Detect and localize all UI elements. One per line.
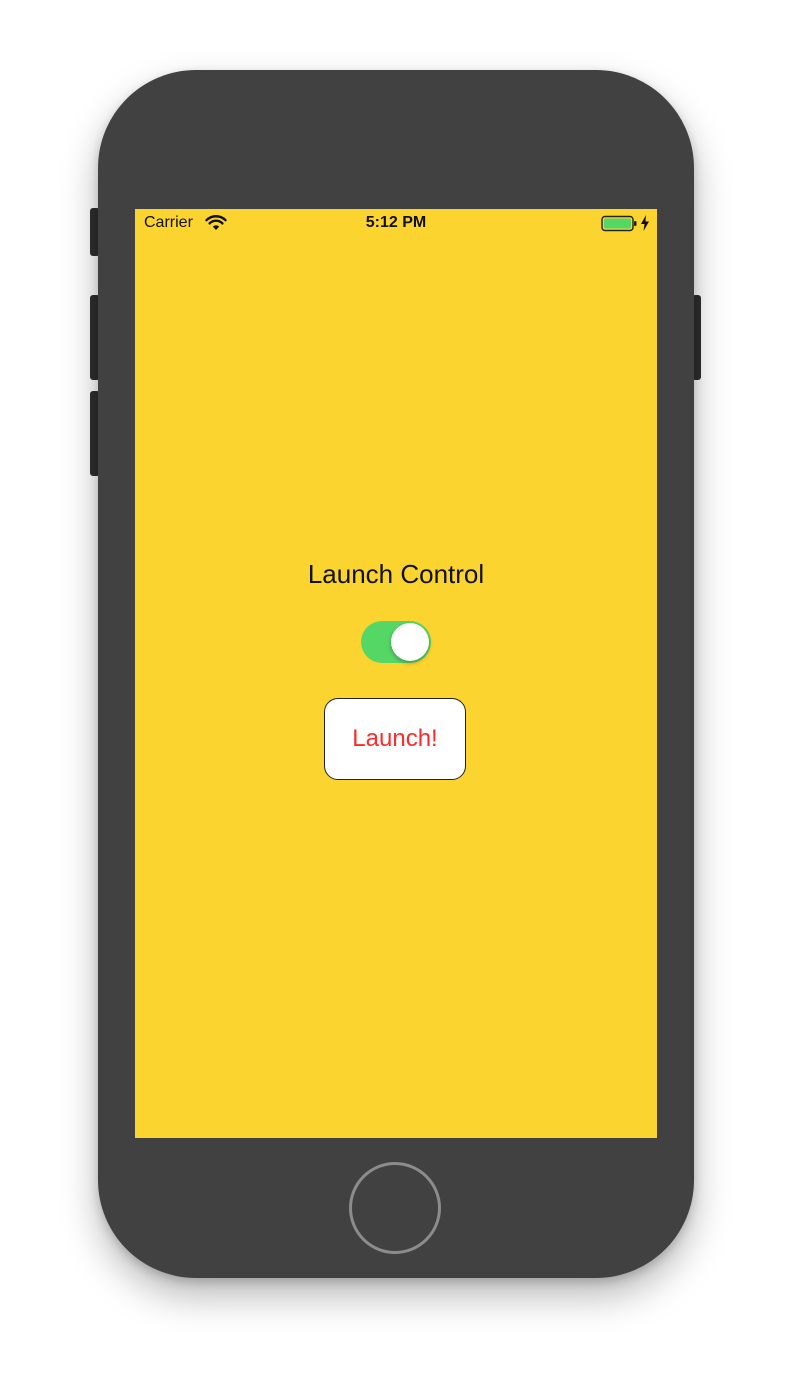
launch-toggle-switch[interactable] — [361, 621, 431, 663]
phone-screen: Carrier 5:12 PM Launch Control Launch! — [135, 209, 657, 1138]
launch-control-label: Launch Control — [307, 559, 485, 589]
home-button[interactable] — [349, 1162, 441, 1254]
charging-bolt-icon — [641, 215, 649, 231]
status-bar: Carrier 5:12 PM — [135, 209, 657, 237]
simulator-stage: Carrier 5:12 PM Launch Control Launch! — [0, 0, 792, 1380]
launch-button[interactable]: Launch! — [324, 698, 466, 780]
toggle-knob — [391, 623, 429, 661]
status-time: 5:12 PM — [365, 214, 427, 231]
battery-charging-icon — [601, 215, 637, 232]
